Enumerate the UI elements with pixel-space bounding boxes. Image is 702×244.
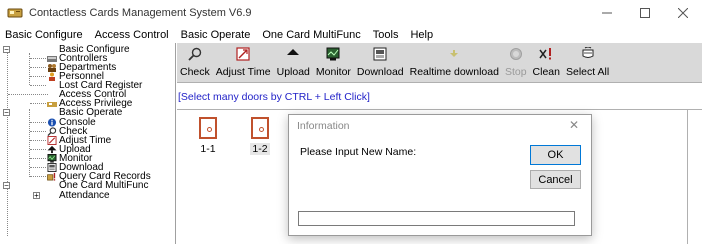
- hint-text: [Select many doors by CTRL + Left Click]: [178, 90, 370, 103]
- ok-button[interactable]: OK: [530, 145, 581, 165]
- controllers-icon: [47, 56, 57, 62]
- title-bar: Contactless Cards Management System V6.9: [0, 0, 702, 26]
- dialog-title: Information: [297, 120, 350, 132]
- monitor-button[interactable]: Monitor: [313, 43, 354, 82]
- minimize-icon[interactable]: [588, 0, 626, 26]
- window-title: Contactless Cards Management System V6.9: [29, 7, 252, 19]
- access-privilege-icon: [47, 102, 57, 107]
- check-icon: [47, 127, 57, 136]
- expand-icon[interactable]: +: [33, 192, 40, 200]
- select-all-button[interactable]: Select All: [563, 43, 612, 82]
- upload-icon: [47, 145, 57, 154]
- toolbar: Check Adjust Time Upload Monitor Downloa…: [177, 43, 702, 83]
- collapse-icon[interactable]: −: [3, 109, 10, 117]
- new-name-input[interactable]: [298, 211, 575, 226]
- query-records-icon: [47, 172, 56, 181]
- dialog-prompt: Please Input New Name:: [300, 146, 417, 158]
- maximize-icon[interactable]: [626, 0, 664, 26]
- hint-bar: [Select many doors by CTRL + Left Click]: [177, 84, 702, 110]
- clean-icon: [538, 46, 554, 62]
- adjust-time-button[interactable]: Adjust Time: [213, 43, 274, 82]
- download-button[interactable]: Download: [354, 43, 407, 82]
- tree-node-basic-operate[interactable]: − Basic Operate: [0, 107, 175, 118]
- door-icon: [251, 117, 269, 139]
- cancel-button[interactable]: Cancel: [530, 170, 581, 189]
- door-item[interactable]: 1-1: [194, 117, 222, 155]
- download-icon: [47, 163, 57, 172]
- menu-one-card-multifunc[interactable]: One Card MultiFunc: [256, 29, 366, 41]
- close-icon[interactable]: [664, 0, 702, 26]
- menu-basic-configure[interactable]: Basic Configure: [0, 29, 89, 41]
- console-icon: [47, 118, 57, 127]
- collapse-icon[interactable]: −: [3, 182, 10, 190]
- monitor-icon: [325, 46, 341, 62]
- input-dialog: Information ✕ Please Input New Name: OK …: [288, 114, 592, 236]
- navigation-tree: − Basic Configure Controllers Department…: [0, 43, 176, 244]
- adjust-time-icon: [235, 46, 251, 62]
- menu-tools[interactable]: Tools: [367, 29, 405, 41]
- door-icon: [199, 117, 217, 139]
- realtime-download-button[interactable]: Realtime download: [407, 43, 502, 82]
- menu-basic-operate[interactable]: Basic Operate: [175, 29, 257, 41]
- menu-help[interactable]: Help: [404, 29, 439, 41]
- tree-node-one-card-multifunc[interactable]: − One Card MultiFunc: [0, 180, 175, 191]
- check-icon: [187, 46, 203, 62]
- collapse-icon[interactable]: −: [3, 46, 10, 54]
- select-all-icon: [580, 46, 596, 62]
- check-button[interactable]: Check: [177, 43, 213, 82]
- departments-icon: [48, 64, 56, 72]
- adjust-time-icon: [47, 136, 57, 145]
- download-icon: [372, 46, 388, 62]
- monitor-icon: [47, 154, 57, 163]
- tree-node-attendance[interactable]: + Attendance: [0, 190, 175, 201]
- stop-icon: [508, 46, 524, 62]
- menu-bar: Basic Configure Access Control Basic Ope…: [0, 26, 702, 43]
- personnel-icon: [49, 72, 55, 81]
- door-item[interactable]: 1-2: [246, 117, 274, 155]
- menu-access-control[interactable]: Access Control: [89, 29, 175, 41]
- upload-button[interactable]: Upload: [274, 43, 313, 82]
- clean-button[interactable]: Clean: [530, 43, 563, 82]
- stop-button[interactable]: Stop: [502, 43, 530, 82]
- app-logo-icon: [7, 8, 23, 18]
- upload-icon: [285, 46, 301, 62]
- close-icon[interactable]: ✕: [569, 118, 579, 132]
- tree-item-console[interactable]: Console: [0, 117, 175, 128]
- realtime-download-icon: [446, 46, 462, 62]
